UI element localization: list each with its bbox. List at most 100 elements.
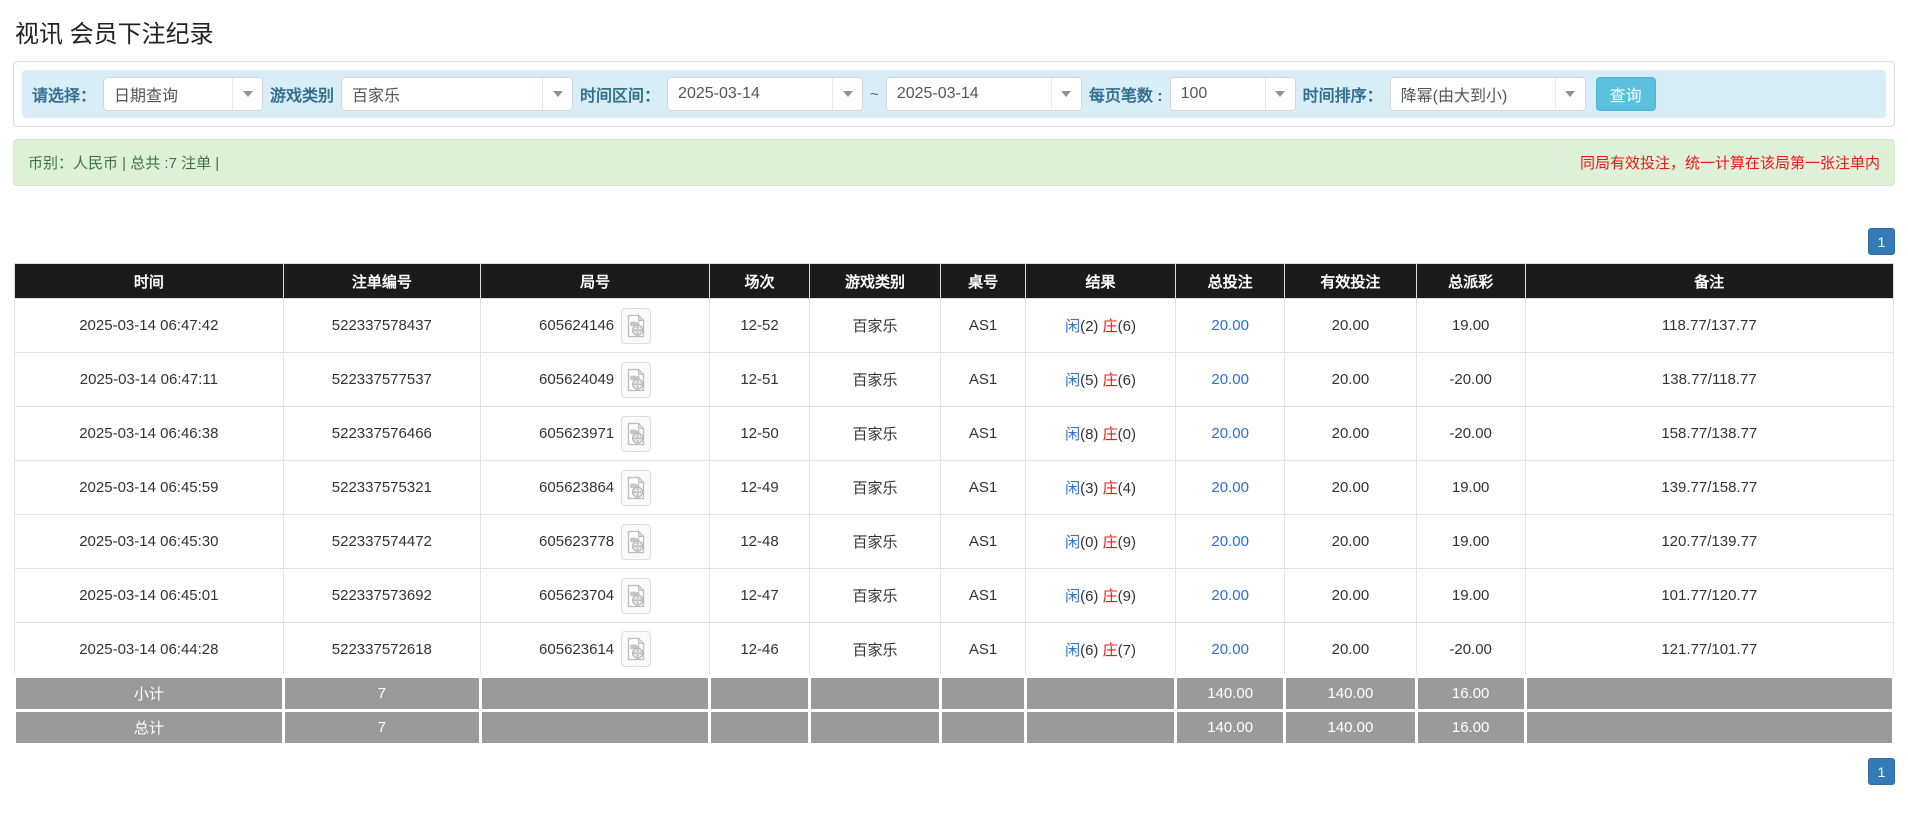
cell-payout: 19.00 bbox=[1416, 515, 1525, 569]
round-number: 605623704 bbox=[539, 587, 614, 604]
cell-bet-number: 522337573692 bbox=[283, 569, 480, 623]
date-to-select[interactable]: 2025-03-14 bbox=[886, 77, 1082, 111]
column-header: 总派彩 bbox=[1416, 264, 1525, 299]
table-row: 2025-03-14 06:45:59 522337575321 6056238… bbox=[15, 461, 1894, 515]
cell-round-number: 605623614 bbox=[480, 623, 709, 677]
result-player-label: 闲 bbox=[1065, 318, 1080, 335]
cell-table-number: AS1 bbox=[941, 299, 1026, 353]
search-button[interactable]: 查询 bbox=[1596, 77, 1656, 111]
page-1-button[interactable]: 1 bbox=[1868, 228, 1895, 255]
column-header: 桌号 bbox=[941, 264, 1026, 299]
result-player-label: 闲 bbox=[1065, 480, 1080, 497]
chevron-down-icon[interactable] bbox=[1265, 78, 1295, 110]
query-type-select[interactable]: 日期查询 bbox=[103, 77, 263, 111]
cell-time: 2025-03-14 06:45:01 bbox=[15, 569, 284, 623]
cell-game-type: 百家乐 bbox=[809, 569, 941, 623]
chevron-down-icon[interactable] bbox=[832, 78, 862, 110]
cell-round-number: 605624049 bbox=[480, 353, 709, 407]
video-file-icon bbox=[626, 314, 646, 338]
table-row: 2025-03-14 06:45:01 522337573692 6056237… bbox=[15, 569, 1894, 623]
total-bet-link[interactable]: 20.00 bbox=[1211, 641, 1249, 658]
cell-round-number: 605623971 bbox=[480, 407, 709, 461]
cell-valid-bet: 20.00 bbox=[1285, 515, 1417, 569]
cell-session: 12-47 bbox=[710, 569, 810, 623]
chevron-down-icon[interactable] bbox=[1051, 78, 1081, 110]
total-total-bet: 140.00 bbox=[1176, 711, 1285, 745]
cell-remark: 138.77/118.77 bbox=[1525, 353, 1893, 407]
subtotal-valid-bet: 140.00 bbox=[1285, 677, 1417, 711]
page-size-select[interactable]: 100 bbox=[1170, 77, 1296, 111]
result-player-label: 闲 bbox=[1065, 534, 1080, 551]
chevron-down-icon[interactable] bbox=[542, 78, 572, 110]
sort-order-select[interactable]: 降幂(由大到小) bbox=[1390, 77, 1586, 111]
table-row: 2025-03-14 06:47:42 522337578437 6056241… bbox=[15, 299, 1894, 353]
footer-empty-cell bbox=[480, 677, 709, 711]
cell-payout: 19.00 bbox=[1416, 299, 1525, 353]
total-valid-bet: 140.00 bbox=[1285, 711, 1417, 745]
result-banker-score: (0) bbox=[1118, 426, 1136, 443]
video-record-button[interactable] bbox=[621, 578, 651, 614]
cell-round-number: 605623778 bbox=[480, 515, 709, 569]
result-banker-label: 庄 bbox=[1103, 642, 1118, 659]
game-type-select[interactable]: 百家乐 bbox=[341, 77, 573, 111]
result-player-score: (2) bbox=[1080, 318, 1098, 335]
cell-table-number: AS1 bbox=[941, 407, 1026, 461]
video-file-icon bbox=[626, 368, 646, 392]
total-bet-link[interactable]: 20.00 bbox=[1211, 425, 1249, 442]
table-header-row: 时间注单编号局号场次游戏类别桌号结果总投注有效投注总派彩备注 bbox=[15, 264, 1894, 299]
total-bet-link[interactable]: 20.00 bbox=[1211, 533, 1249, 550]
total-bet-link[interactable]: 20.00 bbox=[1211, 371, 1249, 388]
column-header: 游戏类别 bbox=[809, 264, 941, 299]
total-label: 总计 bbox=[15, 711, 284, 745]
column-header: 备注 bbox=[1525, 264, 1893, 299]
column-header: 注单编号 bbox=[283, 264, 480, 299]
video-record-button[interactable] bbox=[621, 470, 651, 506]
cell-session: 12-52 bbox=[710, 299, 810, 353]
footer-empty-cell bbox=[710, 677, 810, 711]
cell-table-number: AS1 bbox=[941, 461, 1026, 515]
cell-valid-bet: 20.00 bbox=[1285, 353, 1417, 407]
total-bet-link[interactable]: 20.00 bbox=[1211, 479, 1249, 496]
cell-total-bet: 20.00 bbox=[1176, 461, 1285, 515]
cell-time: 2025-03-14 06:45:30 bbox=[15, 515, 284, 569]
footer-empty-cell bbox=[1525, 711, 1893, 745]
total-bet-link[interactable]: 20.00 bbox=[1211, 587, 1249, 604]
cell-valid-bet: 20.00 bbox=[1285, 569, 1417, 623]
video-record-button[interactable] bbox=[621, 308, 651, 344]
table-row: 2025-03-14 06:47:11 522337577537 6056240… bbox=[15, 353, 1894, 407]
cell-result: 闲(8) 庄(0) bbox=[1025, 407, 1175, 461]
chevron-down-icon[interactable] bbox=[1555, 78, 1585, 110]
filter-bar: 请选择： 日期查询 游戏类别 百家乐 时间区间： 2025-03-14 ~ 20… bbox=[22, 70, 1886, 118]
round-number: 605623971 bbox=[539, 425, 614, 442]
video-record-button[interactable] bbox=[621, 524, 651, 560]
total-bet-link[interactable]: 20.00 bbox=[1211, 317, 1249, 334]
column-header: 局号 bbox=[480, 264, 709, 299]
cell-remark: 121.77/101.77 bbox=[1525, 623, 1893, 677]
cell-total-bet: 20.00 bbox=[1176, 515, 1285, 569]
subtotal-count: 7 bbox=[283, 677, 480, 711]
cell-time: 2025-03-14 06:47:11 bbox=[15, 353, 284, 407]
select-type-label: 请选择： bbox=[32, 82, 96, 106]
result-player-score: (6) bbox=[1080, 588, 1098, 605]
cell-result: 闲(0) 庄(9) bbox=[1025, 515, 1175, 569]
cell-time: 2025-03-14 06:45:59 bbox=[15, 461, 284, 515]
chevron-down-icon[interactable] bbox=[232, 78, 262, 110]
cell-remark: 120.77/139.77 bbox=[1525, 515, 1893, 569]
date-from-select[interactable]: 2025-03-14 bbox=[667, 77, 863, 111]
summary-bar: 币别：人民币 | 总共 :7 注单 | 同局有效投注，统一计算在该局第一张注单内 bbox=[13, 139, 1895, 186]
cell-session: 12-48 bbox=[710, 515, 810, 569]
video-record-button[interactable] bbox=[621, 631, 651, 667]
page-1-button[interactable]: 1 bbox=[1868, 758, 1895, 785]
result-player-score: (6) bbox=[1080, 642, 1098, 659]
subtotal-row: 小计 7 140.00 140.00 16.00 bbox=[15, 677, 1894, 711]
cell-bet-number: 522337578437 bbox=[283, 299, 480, 353]
video-record-button[interactable] bbox=[621, 362, 651, 398]
cell-valid-bet: 20.00 bbox=[1285, 299, 1417, 353]
video-file-icon bbox=[626, 476, 646, 500]
total-count: 7 bbox=[283, 711, 480, 745]
result-player-score: (0) bbox=[1080, 534, 1098, 551]
cell-bet-number: 522337572618 bbox=[283, 623, 480, 677]
video-record-button[interactable] bbox=[621, 416, 651, 452]
round-number: 605624146 bbox=[539, 317, 614, 334]
cell-table-number: AS1 bbox=[941, 515, 1026, 569]
